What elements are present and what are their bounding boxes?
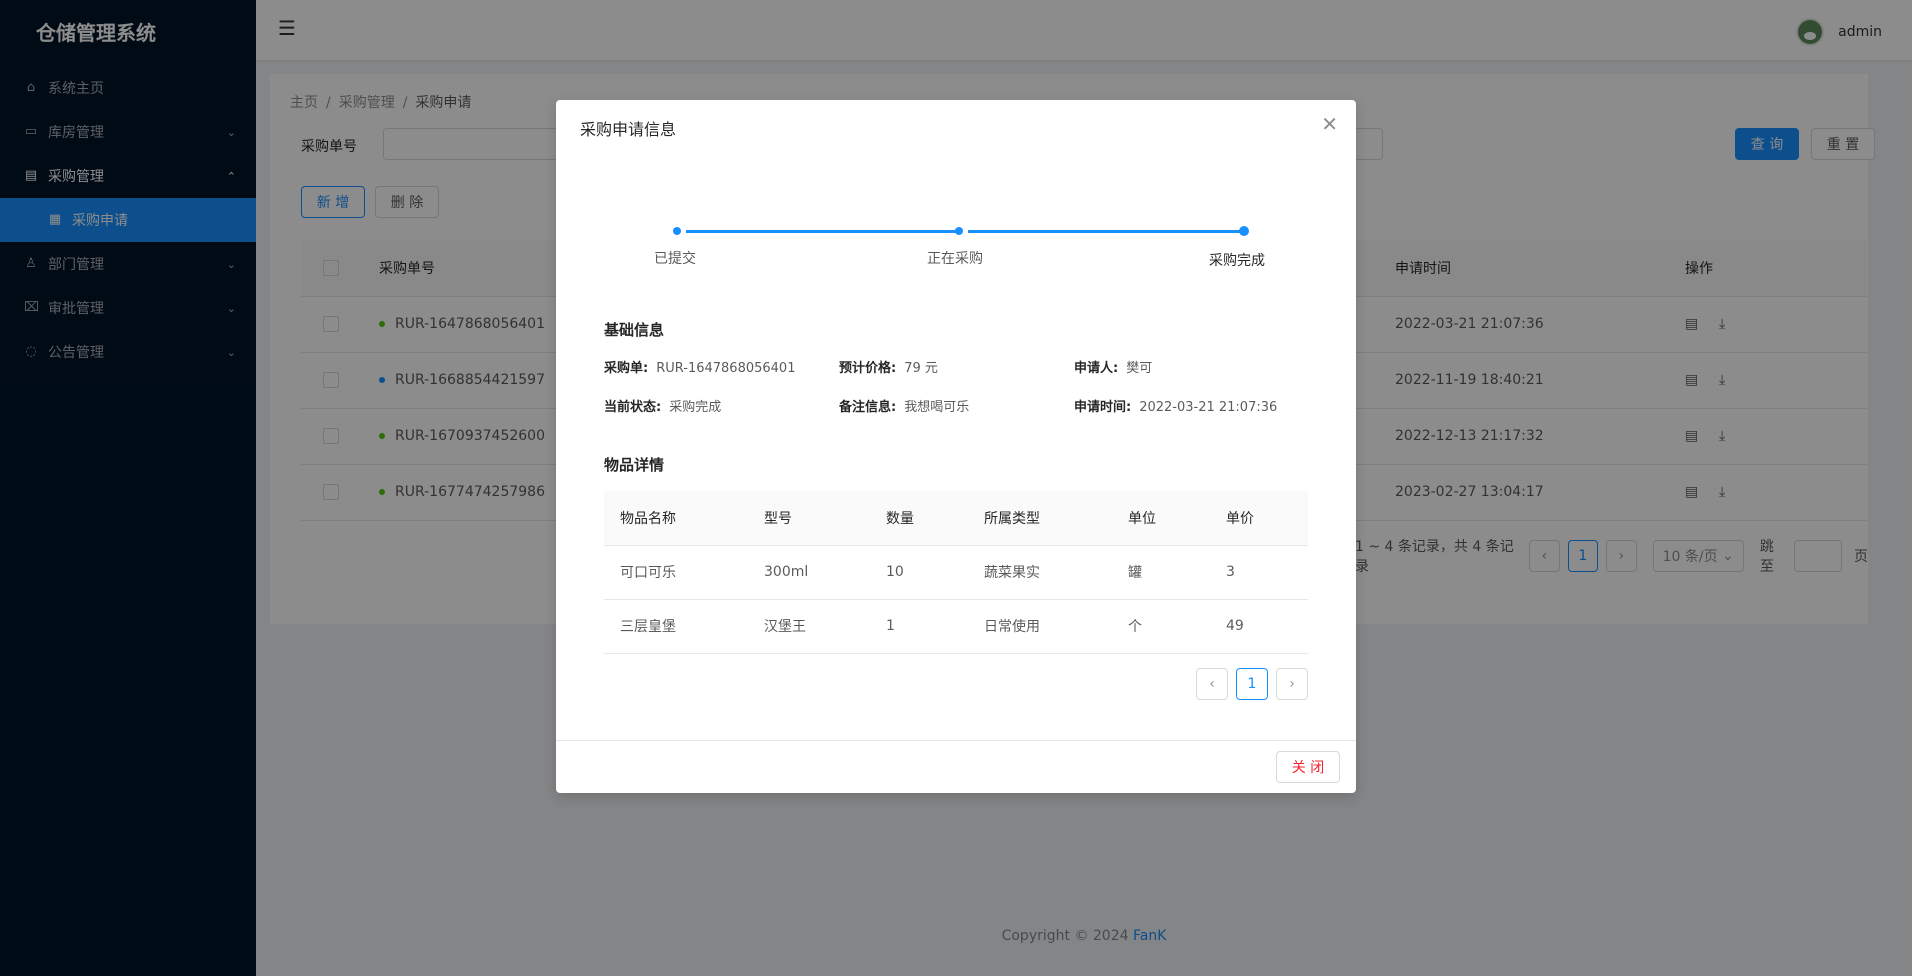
item-unit: 罐 — [1112, 545, 1210, 600]
items-pagination: ‹ 1 › — [1188, 668, 1308, 700]
step-dot — [955, 227, 963, 235]
items-table: 物品名称 型号 数量 所属类型 单位 单价 可口可乐 300ml 10 蔬菜果实… — [604, 491, 1308, 654]
item-type: 蔬菜果实 — [968, 545, 1112, 600]
item-name: 三层皇堡 — [604, 599, 748, 654]
close-button[interactable]: 关 闭 — [1276, 751, 1340, 783]
step-label: 已提交 — [654, 251, 696, 267]
item-price: 3 — [1210, 545, 1308, 600]
step-label: 采购完成 — [1209, 253, 1265, 269]
step-connector — [686, 230, 958, 233]
progress-steps: 已提交 正在采购 采购完成 — [556, 210, 1356, 270]
column-header: 所属类型 — [968, 491, 1112, 546]
modal-footer: 关 闭 — [556, 740, 1356, 793]
table-row: 可口可乐 300ml 10 蔬菜果实 罐 3 — [604, 545, 1308, 600]
info-remark: 备注信息: 我想喝可乐 — [839, 400, 970, 415]
step-dot — [673, 227, 681, 235]
next-page-icon[interactable]: › — [1276, 668, 1308, 700]
item-qty: 1 — [870, 599, 968, 654]
info-applicant: 申请人: 樊可 — [1074, 361, 1153, 376]
item-type: 日常使用 — [968, 599, 1112, 654]
info-status: 当前状态: 采购完成 — [604, 400, 722, 415]
info-price: 预计价格: 79 元 — [839, 361, 938, 376]
column-header: 数量 — [870, 491, 968, 546]
column-header: 单价 — [1210, 491, 1308, 546]
item-unit: 个 — [1112, 599, 1210, 654]
modal-title: 采购申请信息 — [580, 120, 677, 139]
item-model: 汉堡王 — [748, 599, 870, 654]
step-dot — [1239, 226, 1249, 236]
item-qty: 10 — [870, 545, 968, 600]
info-purchase-no: 采购单: RUR-1647868056401 — [604, 361, 796, 376]
step-connector — [968, 230, 1240, 233]
column-header: 型号 — [748, 491, 870, 546]
close-icon[interactable]: ✕ — [1321, 114, 1338, 134]
item-price: 49 — [1210, 599, 1308, 654]
item-name: 可口可乐 — [604, 545, 748, 600]
basic-info-title: 基础信息 — [604, 321, 665, 339]
items-title: 物品详情 — [604, 456, 665, 474]
page-number[interactable]: 1 — [1236, 668, 1268, 700]
step-label: 正在采购 — [927, 251, 983, 267]
column-header: 单位 — [1112, 491, 1210, 546]
item-model: 300ml — [748, 545, 870, 600]
prev-page-icon[interactable]: ‹ — [1196, 668, 1228, 700]
purchase-info-modal: 采购申请信息 ✕ 已提交 正在采购 采购完成 基础信息 采购单: RUR-1647… — [556, 100, 1356, 793]
column-header: 物品名称 — [604, 491, 748, 546]
table-row: 三层皇堡 汉堡王 1 日常使用 个 49 — [604, 599, 1308, 654]
info-time: 申请时间: 2022-03-21 21:07:36 — [1074, 400, 1278, 415]
